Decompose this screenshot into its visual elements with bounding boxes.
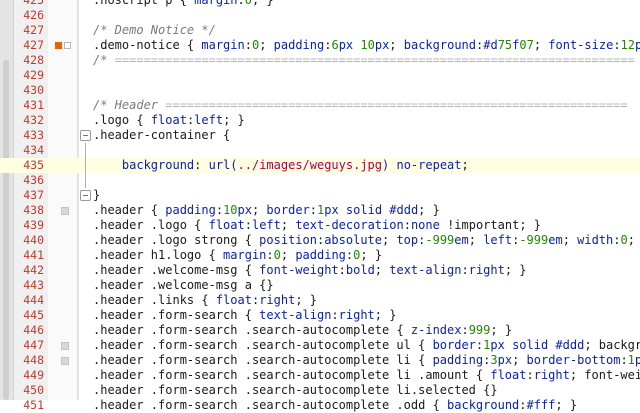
code-text[interactable]: .header .welcome-msg { font-weight:bold;…: [93, 263, 527, 278]
line-number: 427: [23, 38, 44, 52]
line-number: 426: [23, 8, 44, 22]
code-text[interactable]: .header .logo strong { position:absolute…: [93, 233, 640, 248]
code-line[interactable]: 445 .header .form-search { text-align:rig…: [0, 308, 640, 323]
code-text[interactable]: .header .form-search .search-autocomplet…: [93, 338, 640, 353]
line-number: 430: [23, 83, 44, 97]
code-text[interactable]: .noscript p { margin:0; }: [93, 0, 274, 8]
line-number: 434: [23, 143, 44, 157]
code-line[interactable]: 443 .header .welcome-msg a {}: [0, 278, 640, 293]
line-number: 451: [23, 398, 44, 412]
fold-guide: [85, 173, 86, 188]
code-text[interactable]: .header-container {: [93, 128, 230, 143]
code-text[interactable]: .header { padding:10px; border:1px solid…: [93, 203, 440, 218]
code-line[interactable]: 448 .header .form-search .search-autocomp…: [0, 353, 640, 368]
code-line[interactable]: 446 .header .form-search .search-autocomp…: [0, 323, 640, 338]
line-number: 429: [23, 68, 44, 82]
code-line[interactable]: 450 .header .form-search .search-autocomp…: [0, 383, 640, 398]
code-text[interactable]: .header .links { float:right; }: [93, 293, 317, 308]
code-text[interactable]: .header .logo { float:left; text-decorat…: [93, 218, 541, 233]
fold-guide: [85, 143, 86, 158]
code-text[interactable]: .header .form-search .search-autocomplet…: [93, 383, 498, 398]
change-marker-icon: [61, 207, 69, 215]
code-line[interactable]: 430: [0, 83, 640, 98]
line-number: 448: [23, 353, 44, 367]
code-line[interactable]: 437}: [0, 188, 640, 203]
code-text[interactable]: .header .form-search { text-align:right;…: [93, 308, 396, 323]
line-number: 435: [23, 158, 44, 172]
code-line[interactable]: 451 .header .form-search .search-autocomp…: [0, 398, 640, 413]
code-text[interactable]: /* =====================================…: [93, 53, 635, 68]
fold-toggle-icon[interactable]: [80, 190, 91, 201]
code-line[interactable]: 431 /* Header ===========================…: [0, 98, 640, 113]
line-number: 447: [23, 338, 44, 352]
line-number: 433: [23, 128, 44, 142]
line-number: 437: [23, 188, 44, 202]
change-marker-icon: [61, 342, 69, 350]
code-line[interactable]: 436: [0, 173, 640, 188]
line-number: 431: [23, 98, 44, 112]
line-number: 440: [23, 233, 44, 247]
code-line[interactable]: 434: [0, 143, 640, 158]
code-line[interactable]: 440 .header .logo strong { position:absol…: [0, 233, 640, 248]
code-line[interactable]: 442 .header .welcome-msg { font-weight:bo…: [0, 263, 640, 278]
code-text[interactable]: .demo-notice { margin:0; padding:6px 10p…: [93, 38, 640, 53]
code-line[interactable]: 426: [0, 8, 640, 23]
code-line[interactable]: 438 .header { padding:10px; border:1px so…: [0, 203, 640, 218]
code-line[interactable]: 444 .header .links { float:right; }: [0, 293, 640, 308]
line-number: 432: [23, 113, 44, 127]
code-text[interactable]: /* Header ==============================…: [93, 98, 628, 113]
fold-guide: [85, 158, 86, 173]
code-text[interactable]: .header h1.logo { margin:0; padding:0; }: [93, 248, 382, 263]
code-line[interactable]: 439 .header .logo { float:left; text-deco…: [0, 218, 640, 233]
line-number: 443: [23, 278, 44, 292]
bookmark-marker-icon[interactable]: [64, 42, 71, 49]
line-number: 439: [23, 218, 44, 232]
line-number: 445: [23, 308, 44, 322]
code-text[interactable]: .header .form-search .search-autocomplet…: [93, 398, 577, 413]
code-text[interactable]: }: [93, 188, 100, 203]
code-line[interactable]: 449 .header .form-search .search-autocomp…: [0, 368, 640, 383]
code-line[interactable]: 432 .logo { float:left; }: [0, 113, 640, 128]
line-number: 441: [23, 248, 44, 262]
code-line[interactable]: 427 /* Demo Notice */: [0, 23, 640, 38]
line-number: 446: [23, 323, 44, 337]
code-text[interactable]: background: url(../images/weguys.jpg) no…: [93, 158, 469, 173]
line-number: 425: [23, 0, 44, 7]
code-text[interactable]: .header .welcome-msg a {}: [93, 278, 274, 293]
line-number: 428: [23, 53, 44, 67]
code-text[interactable]: .header .form-search .search-autocomplet…: [93, 368, 640, 383]
code-line[interactable]: 441 .header h1.logo { margin:0; padding:0…: [0, 248, 640, 263]
change-marker-icon: [61, 357, 69, 365]
line-number: 427: [23, 23, 44, 37]
line-number: 444: [23, 293, 44, 307]
code-line[interactable]: 427 .demo-notice { margin:0; padding:6px …: [0, 38, 640, 53]
line-number: 449: [23, 368, 44, 382]
code-line[interactable]: 425 .noscript p { margin:0; }: [0, 0, 640, 8]
code-text[interactable]: .header .form-search .search-autocomplet…: [93, 323, 512, 338]
breakpoint-marker-icon[interactable]: [55, 42, 62, 49]
code-line[interactable]: 429: [0, 68, 640, 83]
line-number: 436: [23, 173, 44, 187]
code-line[interactable]: 447 .header .form-search .search-autocomp…: [0, 338, 640, 353]
code-text[interactable]: .logo { float:left; }: [93, 113, 245, 128]
code-line[interactable]: 428 /* ==================================…: [0, 53, 640, 68]
fold-toggle-icon[interactable]: [80, 130, 91, 141]
line-number: 438: [23, 203, 44, 217]
code-text[interactable]: /* Demo Notice */: [93, 23, 216, 38]
code-line[interactable]: 433 .header-container {: [0, 128, 640, 143]
line-number: 442: [23, 263, 44, 277]
line-number: 450: [23, 383, 44, 397]
code-text[interactable]: .header .form-search .search-autocomplet…: [93, 353, 640, 368]
code-line[interactable]: 435 background: url(../images/weguys.jpg…: [0, 158, 640, 173]
